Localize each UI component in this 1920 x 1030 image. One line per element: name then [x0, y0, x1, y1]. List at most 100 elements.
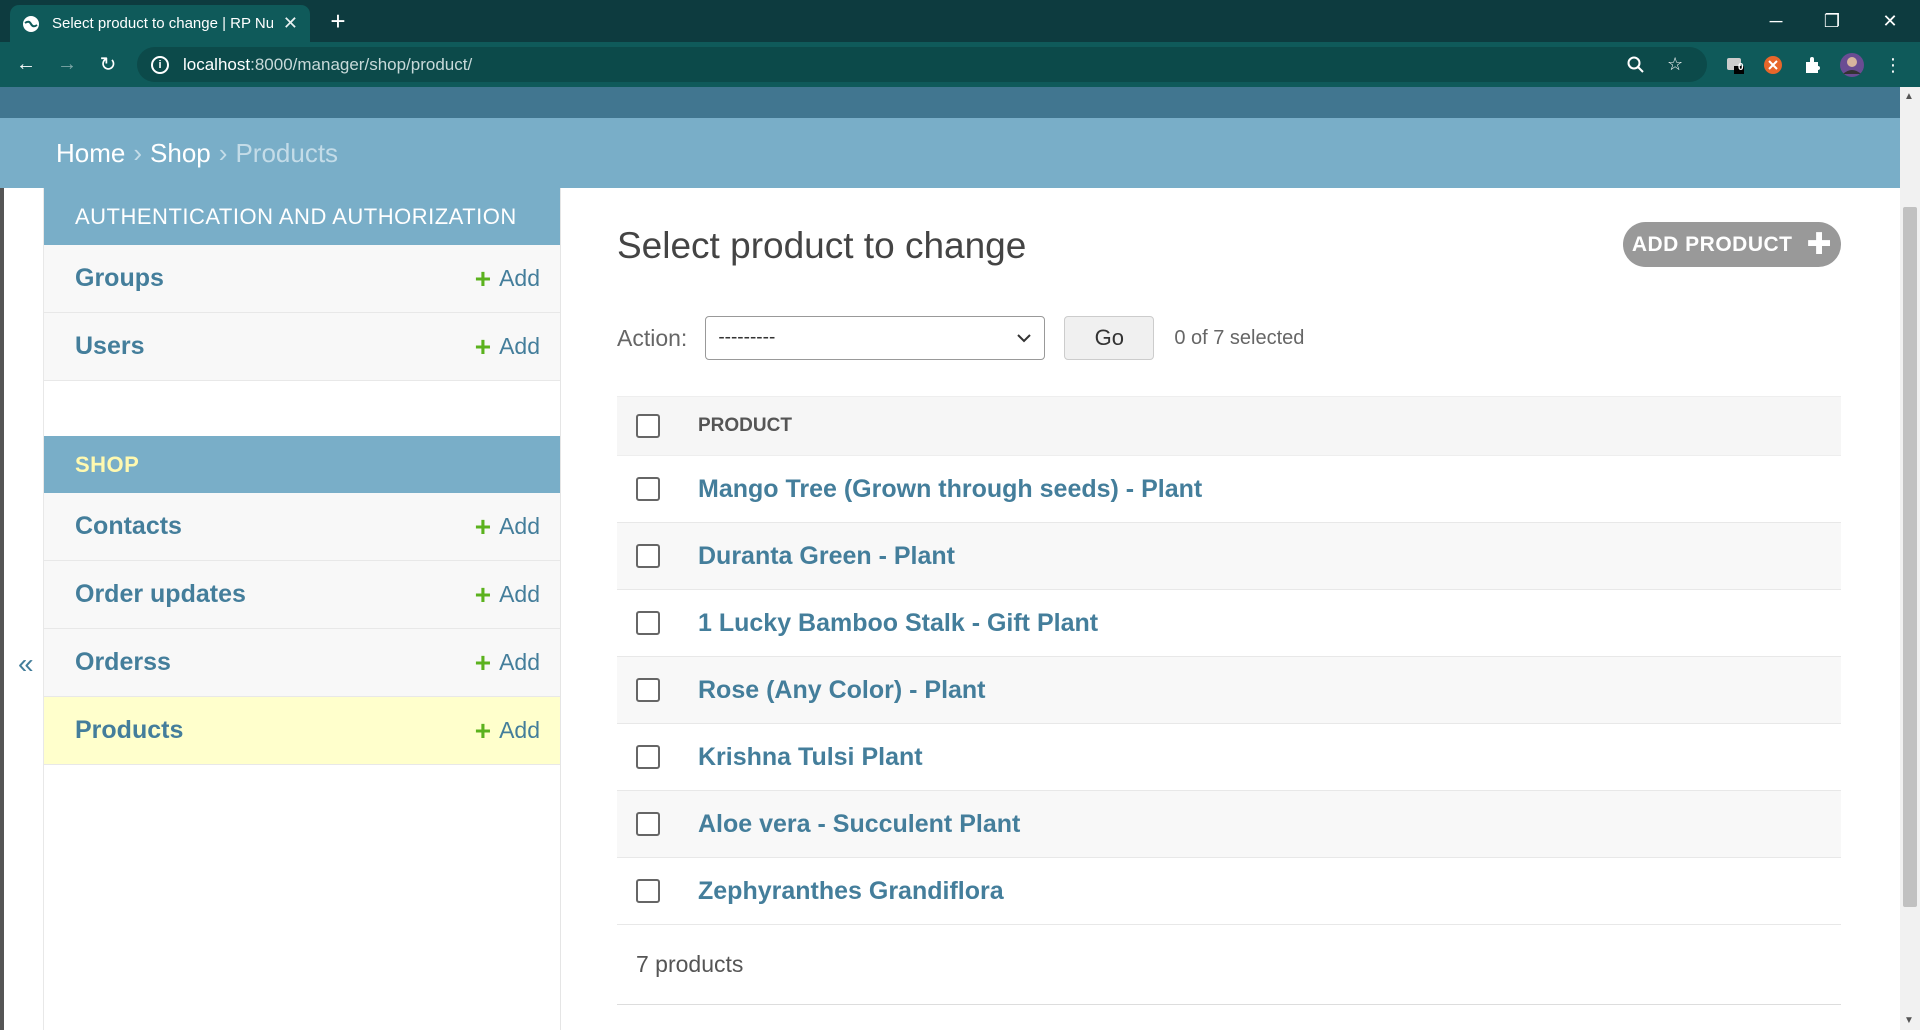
page-title: Select product to change: [617, 225, 1027, 266]
tab-title: Select product to change | RP Nu: [52, 15, 273, 32]
plus-icon: ✚: [1806, 227, 1833, 261]
sidebar-item-groups: Groups + Add: [44, 245, 560, 313]
sidebar-item-label[interactable]: Users: [75, 332, 145, 361]
table-row: Zephyranthes Grandiflora: [617, 858, 1841, 925]
extension-badge-icon[interactable]: 0: [1720, 50, 1750, 80]
minimize-icon[interactable]: ─: [1748, 0, 1804, 42]
profile-avatar[interactable]: [1837, 50, 1867, 80]
add-label: Add: [499, 513, 540, 539]
product-link[interactable]: Zephyranthes Grandiflora: [698, 877, 1004, 906]
product-link[interactable]: Krishna Tulsi Plant: [698, 743, 923, 772]
extension-orange-icon[interactable]: [1758, 50, 1788, 80]
paginator: 7 products: [617, 925, 1841, 1005]
result-list: PRODUCT Mango Tree (Grown through seeds)…: [617, 396, 1841, 1005]
browser-menu-icon[interactable]: ⋮: [1878, 50, 1908, 80]
table-row: Rose (Any Color) - Plant: [617, 657, 1841, 724]
scroll-down-icon[interactable]: ▼: [1904, 1015, 1914, 1026]
add-products-link[interactable]: + Add: [474, 714, 540, 746]
site-info-icon[interactable]: i: [151, 55, 169, 74]
window-close-icon[interactable]: ✕: [1862, 0, 1918, 42]
row-checkbox[interactable]: [636, 745, 660, 769]
browser-tabstrip: Select product to change | RP Nu ✕ + ─ ❐…: [0, 0, 1920, 42]
table-row: Krishna Tulsi Plant: [617, 724, 1841, 791]
forward-icon[interactable]: →: [51, 48, 83, 80]
add-product-label: ADD PRODUCT: [1631, 232, 1793, 256]
selection-counter: 0 of 7 selected: [1174, 326, 1305, 349]
plus-icon: +: [474, 646, 492, 678]
row-checkbox[interactable]: [636, 812, 660, 836]
url-path: :8000/manager/shop/product/: [250, 54, 473, 74]
sidebar-item-label[interactable]: Products: [75, 716, 183, 745]
collapse-sidebar-icon[interactable]: «: [18, 648, 34, 680]
add-groups-link[interactable]: + Add: [474, 262, 540, 294]
add-order-updates-link[interactable]: + Add: [474, 578, 540, 610]
browser-toolbar: ← → ↻ i localhost:8000/manager/shop/prod…: [0, 42, 1920, 87]
sidebar-item-order-updates: Order updates + Add: [44, 561, 560, 629]
action-select[interactable]: ---------: [705, 316, 1046, 360]
plus-icon: +: [474, 578, 492, 610]
sidebar-item-label[interactable]: Contacts: [75, 512, 182, 541]
bookmark-star-icon[interactable]: ☆: [1667, 47, 1683, 82]
tab-close-icon[interactable]: ✕: [283, 13, 298, 34]
sidebar-item-orderss: Orderss + Add: [44, 629, 560, 697]
breadcrumb-home[interactable]: Home: [56, 138, 125, 169]
address-bar[interactable]: i localhost:8000/manager/shop/product/ ☆: [137, 47, 1707, 82]
table-row: Aloe vera - Succulent Plant: [617, 791, 1841, 858]
add-label: Add: [499, 581, 540, 607]
sidebar-item-products: Products + Add: [44, 697, 560, 765]
column-header-product[interactable]: PRODUCT: [698, 415, 792, 437]
row-checkbox[interactable]: [636, 879, 660, 903]
zoom-icon[interactable]: [1627, 47, 1645, 82]
add-label: Add: [499, 717, 540, 743]
row-checkbox[interactable]: [636, 477, 660, 501]
row-checkbox[interactable]: [636, 611, 660, 635]
plus-icon: +: [474, 262, 492, 294]
product-link[interactable]: Mango Tree (Grown through seeds) - Plant: [698, 475, 1202, 504]
back-icon[interactable]: ←: [10, 48, 42, 80]
module-caption-shop[interactable]: SHOP: [44, 436, 560, 493]
add-users-link[interactable]: + Add: [475, 332, 540, 361]
extension-badge-count: 0: [1738, 62, 1744, 73]
browser-tab[interactable]: Select product to change | RP Nu ✕: [10, 5, 310, 42]
restore-icon[interactable]: ❐: [1804, 0, 1860, 42]
sidebar-item-label[interactable]: Groups: [75, 264, 164, 293]
table-row: 1 Lucky Bamboo Stalk - Gift Plant: [617, 590, 1841, 657]
sidebar-item-label[interactable]: Orderss: [75, 648, 171, 677]
breadcrumb-shop[interactable]: Shop: [150, 138, 211, 169]
add-product-button[interactable]: ADD PRODUCT ✚: [1623, 222, 1841, 267]
table-header: PRODUCT: [617, 396, 1841, 456]
product-link[interactable]: 1 Lucky Bamboo Stalk - Gift Plant: [698, 609, 1098, 638]
sidebar-item-users: Users + Add: [44, 313, 560, 381]
plus-icon: +: [474, 714, 492, 746]
chevron-down-icon: [1016, 327, 1032, 349]
add-contacts-link[interactable]: + Add: [474, 510, 540, 542]
breadcrumb: Home › Shop › Products: [0, 118, 1900, 188]
product-link[interactable]: Aloe vera - Succulent Plant: [698, 810, 1020, 839]
scrollbar-thumb[interactable]: [1903, 207, 1917, 907]
scroll-up-icon[interactable]: ▲: [1904, 91, 1914, 102]
add-label: Add: [499, 265, 540, 291]
actions-bar: Action: --------- Go 0 of 7 selected: [617, 316, 1304, 360]
go-button[interactable]: Go: [1064, 316, 1155, 360]
module-caption-auth[interactable]: AUTHENTICATION AND AUTHORIZATION: [44, 188, 560, 245]
row-checkbox[interactable]: [636, 678, 660, 702]
row-checkbox[interactable]: [636, 544, 660, 568]
product-link[interactable]: Duranta Green - Plant: [698, 542, 955, 571]
add-label: Add: [499, 649, 540, 675]
add-label: Add: [499, 333, 540, 359]
table-row: Mango Tree (Grown through seeds) - Plant: [617, 456, 1841, 523]
admin-header: [0, 87, 1900, 118]
new-tab-button[interactable]: +: [325, 8, 351, 34]
admin-page: Home › Shop › Products « AUTHENTICATION …: [0, 87, 1900, 1030]
reload-icon[interactable]: ↻: [92, 48, 124, 80]
table-row: Duranta Green - Plant: [617, 523, 1841, 590]
add-orderss-link[interactable]: + Add: [474, 646, 540, 678]
page-scrollbar[interactable]: ▲ ▼: [1900, 87, 1920, 1030]
product-link[interactable]: Rose (Any Color) - Plant: [698, 676, 986, 705]
extensions-puzzle-icon[interactable]: [1797, 50, 1827, 80]
sidebar-item-label[interactable]: Order updates: [75, 580, 246, 609]
sidebar-nav: AUTHENTICATION AND AUTHORIZATION Groups …: [44, 188, 561, 1030]
plus-icon: +: [474, 510, 492, 542]
select-all-checkbox[interactable]: [636, 414, 660, 438]
